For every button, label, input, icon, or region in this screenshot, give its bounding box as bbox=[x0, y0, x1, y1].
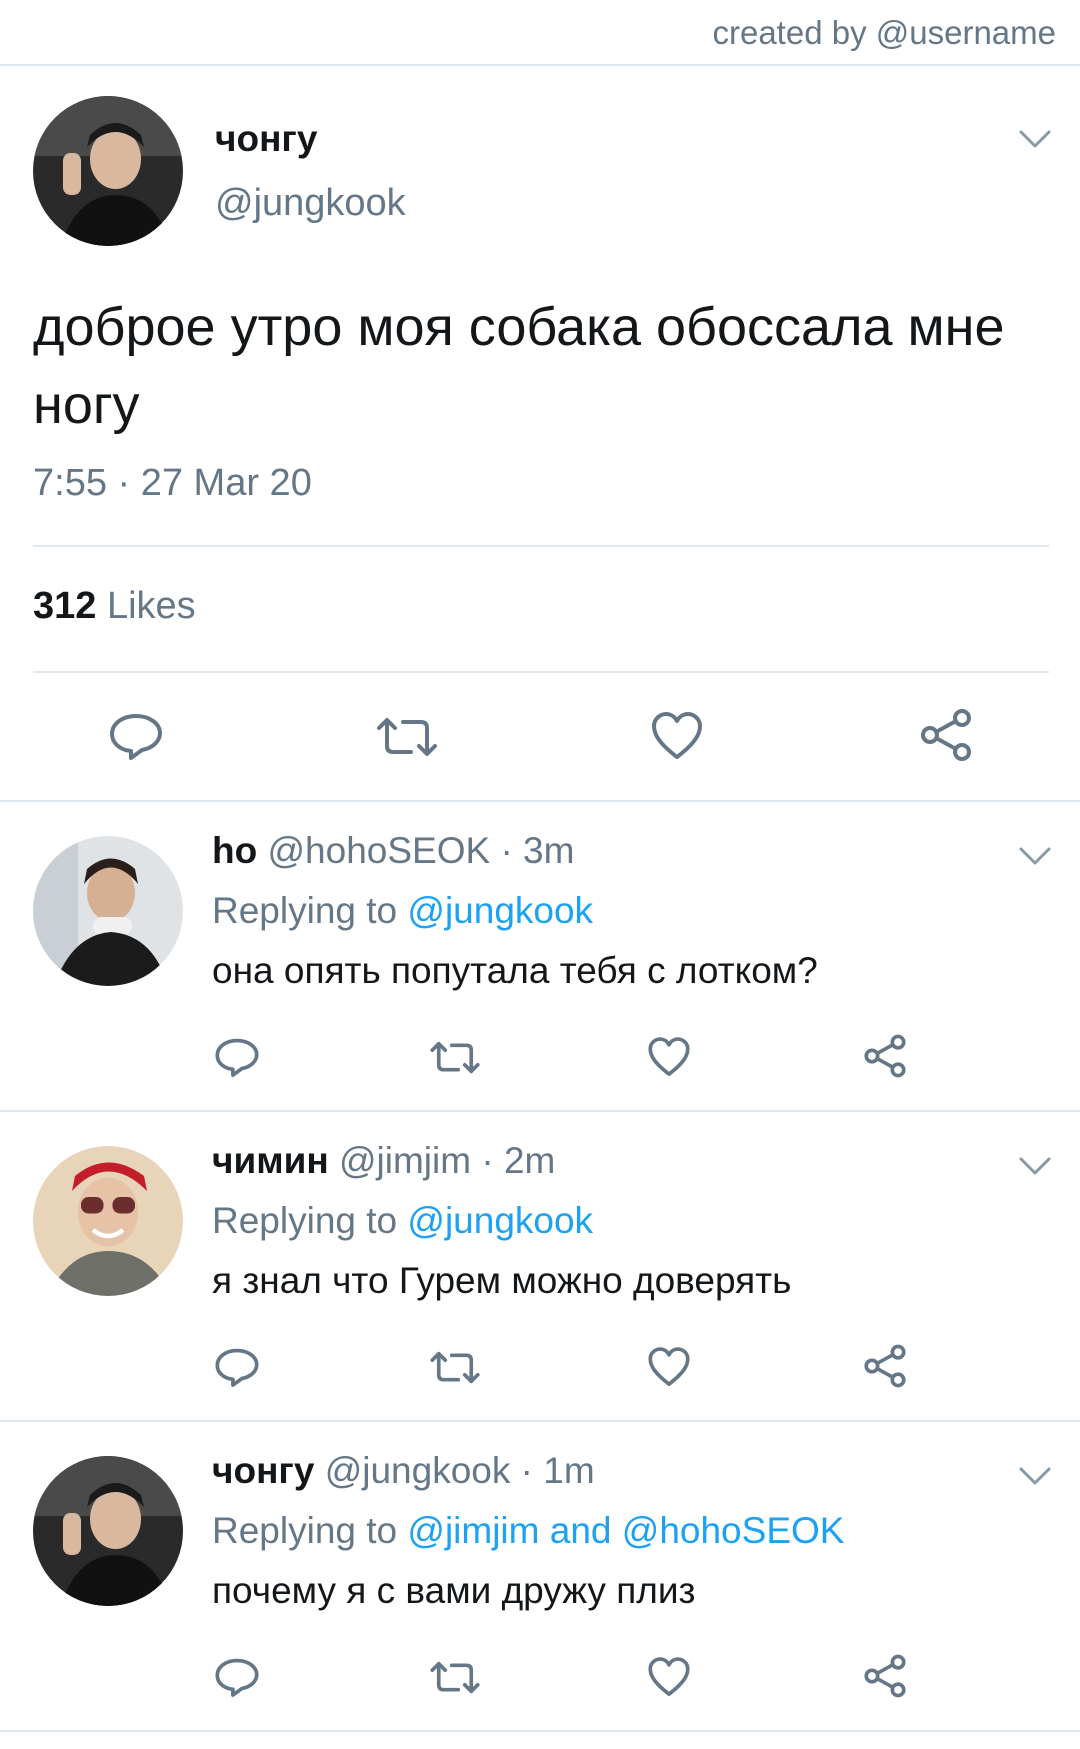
reply-header: чимин @jimjim · 2m bbox=[212, 1140, 555, 1182]
reply-header: чонгу @jungkook · 1m bbox=[212, 1450, 595, 1492]
share-icon[interactable] bbox=[863, 1654, 907, 1698]
author-name[interactable]: ho bbox=[212, 830, 257, 871]
share-icon[interactable] bbox=[919, 708, 973, 762]
retweet-icon[interactable] bbox=[429, 1040, 481, 1075]
likes-number: 312 bbox=[33, 585, 97, 627]
tweet-timestamp[interactable]: 7:55 · 27 Mar 20 bbox=[33, 462, 312, 505]
author-handle[interactable]: @jungkook bbox=[215, 182, 406, 225]
mention-link[interactable]: @jungkook bbox=[407, 1200, 593, 1241]
retweet-icon[interactable] bbox=[429, 1660, 481, 1695]
divider bbox=[0, 1110, 1080, 1112]
like-icon[interactable] bbox=[647, 1656, 691, 1698]
watermark-credit: created by @username bbox=[712, 14, 1056, 51]
avatar-photo bbox=[33, 1456, 183, 1606]
author-name[interactable]: чонгу bbox=[212, 1450, 314, 1491]
author-handle[interactable]: @hohoSEOK bbox=[267, 830, 490, 871]
likes-count[interactable]: 312 Likes bbox=[33, 585, 196, 628]
chevron-down-icon[interactable] bbox=[1018, 1465, 1052, 1487]
avatar-photo bbox=[33, 836, 183, 986]
reply-header: ho @hohoSEOK · 3m bbox=[212, 830, 574, 872]
reply-icon[interactable] bbox=[214, 1037, 260, 1077]
likes-label: Likes bbox=[106, 585, 196, 627]
share-icon[interactable] bbox=[863, 1344, 907, 1388]
replying-label: Replying to bbox=[212, 890, 398, 931]
reply-time: · 3m bbox=[500, 830, 575, 871]
divider bbox=[0, 1730, 1080, 1732]
reply-icon[interactable] bbox=[108, 712, 164, 760]
author-name[interactable]: чонгу bbox=[215, 118, 317, 160]
reply-text: я знал что Гурем можно доверять bbox=[212, 1260, 792, 1301]
reply-time: · 2m bbox=[481, 1140, 556, 1181]
avatar-photo bbox=[33, 96, 183, 246]
chevron-down-icon[interactable] bbox=[1018, 1155, 1052, 1177]
avatar[interactable] bbox=[33, 1146, 183, 1296]
author-handle[interactable]: @jimjim bbox=[339, 1140, 471, 1181]
like-icon[interactable] bbox=[647, 1036, 691, 1078]
like-icon[interactable] bbox=[647, 1346, 691, 1388]
divider bbox=[0, 800, 1080, 802]
chevron-down-icon[interactable] bbox=[1018, 128, 1052, 150]
divider bbox=[33, 545, 1049, 547]
replying-to: Replying to @jimjim and @hohoSEOK bbox=[212, 1510, 844, 1552]
reply-text: почему я с вами дружу плиз bbox=[212, 1570, 696, 1611]
reply-text: она опять попутала тебя с лотком? bbox=[212, 950, 818, 991]
retweet-icon[interactable] bbox=[375, 716, 439, 758]
reply-time: · 1m bbox=[520, 1450, 595, 1491]
avatar[interactable] bbox=[33, 1456, 183, 1606]
like-icon[interactable] bbox=[650, 711, 704, 761]
author-handle[interactable]: @jungkook bbox=[325, 1450, 511, 1491]
replying-to: Replying to @jungkook bbox=[212, 890, 593, 932]
mention-link[interactable]: @jimjim and @hohoSEOK bbox=[407, 1510, 844, 1551]
top-divider bbox=[0, 64, 1080, 66]
retweet-icon[interactable] bbox=[429, 1350, 481, 1385]
replying-label: Replying to bbox=[212, 1510, 398, 1551]
avatar[interactable] bbox=[33, 836, 183, 986]
author-name[interactable]: чимин bbox=[212, 1140, 329, 1181]
divider bbox=[33, 671, 1049, 673]
divider bbox=[0, 1420, 1080, 1422]
replying-to: Replying to @jungkook bbox=[212, 1200, 593, 1242]
tweet-text: доброе утро моя собака обоссала мне ногу bbox=[33, 297, 1005, 435]
mention-link[interactable]: @jungkook bbox=[407, 890, 593, 931]
reply-icon[interactable] bbox=[214, 1347, 260, 1387]
avatar[interactable] bbox=[33, 96, 183, 246]
chevron-down-icon[interactable] bbox=[1018, 845, 1052, 867]
share-icon[interactable] bbox=[863, 1034, 907, 1078]
reply-icon[interactable] bbox=[214, 1657, 260, 1697]
replying-label: Replying to bbox=[212, 1200, 398, 1241]
avatar-photo bbox=[33, 1146, 183, 1296]
